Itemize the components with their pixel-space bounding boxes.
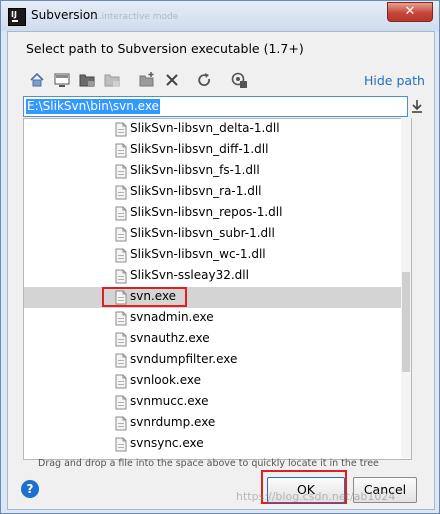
tree-row[interactable]: svnauthz.exe bbox=[24, 329, 411, 350]
delete-icon[interactable] bbox=[163, 71, 181, 89]
file-tree[interactable]: SlikSvn-libsvn_delta-1.dll SlikSvn-libsvn… bbox=[23, 118, 412, 460]
tree-row-label: SlikSvn-libsvn_delta-1.dll bbox=[130, 121, 280, 135]
tree-row-label: SlikSvn-libsvn_subr-1.dll bbox=[130, 226, 275, 240]
tree-row[interactable]: SlikSvn-libsvn_repos-1.dll bbox=[24, 203, 411, 224]
tree-row-label: SlikSvn-ssleay32.dll bbox=[130, 268, 249, 282]
tree-row-label: svnauthz.exe bbox=[130, 331, 210, 345]
tree-row-label: svnlook.exe bbox=[130, 373, 202, 387]
file-icon bbox=[115, 311, 127, 326]
tree-row[interactable]: SlikSvn-libsvn_subr-1.dll bbox=[24, 224, 411, 245]
tree-row-label: SlikSvn-libsvn_diff-1.dll bbox=[130, 142, 269, 156]
tree-row[interactable]: svnsync.exe bbox=[24, 434, 411, 455]
home-icon[interactable] bbox=[28, 71, 46, 89]
tree-row-label: SlikSvn-libsvn_repos-1.dll bbox=[130, 205, 283, 219]
tree-row-label: svnadmin.exe bbox=[130, 310, 214, 324]
window-title: Subversion bbox=[31, 8, 98, 22]
show-hidden-icon[interactable] bbox=[230, 71, 248, 89]
tree-row[interactable]: svndumpfilter.exe bbox=[24, 350, 411, 371]
file-icon bbox=[115, 164, 127, 179]
path-input-selected-text: E:\SlikSvn\bin\svn.exe bbox=[26, 99, 160, 114]
refresh-icon[interactable] bbox=[195, 71, 213, 89]
tree-row[interactable]: SlikSvn-libsvn_delta-1.dll bbox=[24, 119, 411, 140]
file-icon bbox=[115, 269, 127, 284]
intellij-app-icon bbox=[8, 8, 26, 26]
dialog-body: Select path to Subversion executable (1.… bbox=[7, 31, 435, 510]
tree-row[interactable]: SlikSvn-libsvn_wc-1.dll bbox=[24, 245, 411, 266]
file-chooser-toolbar: Hide path bbox=[8, 68, 434, 94]
file-icon bbox=[115, 185, 127, 200]
tree-row-label: SlikSvn-libsvn_fs-1.dll bbox=[130, 163, 260, 177]
title-bar[interactable]: Subversion ...interactive mode ✕ bbox=[1, 1, 439, 31]
file-icon bbox=[115, 122, 127, 137]
tree-row-label: svnrdump.exe bbox=[130, 415, 216, 429]
close-button[interactable]: ✕ bbox=[387, 2, 433, 22]
tree-row[interactable]: svnmucc.exe bbox=[24, 392, 411, 413]
watermark-text: https://blog.csdn.net/ab1024 bbox=[236, 490, 396, 503]
tree-row-label: svndumpfilter.exe bbox=[130, 352, 238, 366]
help-button[interactable]: ? bbox=[21, 480, 39, 498]
dialog-window: Subversion ...interactive mode ✕ Select … bbox=[0, 0, 440, 514]
tree-row[interactable]: SlikSvn-libsvn_fs-1.dll bbox=[24, 161, 411, 182]
file-icon bbox=[115, 332, 127, 347]
file-icon bbox=[115, 206, 127, 221]
tree-row[interactable]: svn.exe bbox=[24, 287, 411, 308]
annotation-highlight-svn-exe bbox=[102, 287, 187, 307]
file-icon bbox=[115, 395, 127, 410]
tree-row[interactable]: svnlook.exe bbox=[24, 371, 411, 392]
file-icon bbox=[115, 143, 127, 158]
path-input[interactable]: E:\SlikSvn\bin\svn.exe bbox=[23, 96, 408, 117]
module-folder-icon[interactable] bbox=[103, 71, 121, 89]
hide-path-link[interactable]: Hide path bbox=[364, 73, 425, 88]
background-window-text: ...interactive mode bbox=[93, 12, 179, 22]
file-icon bbox=[115, 416, 127, 431]
file-icon bbox=[115, 374, 127, 389]
vertical-scrollbar[interactable] bbox=[401, 118, 411, 458]
tree-row-label: SlikSvn-libsvn_ra-1.dll bbox=[130, 184, 262, 198]
download-arrow-icon[interactable] bbox=[410, 98, 424, 114]
tree-row[interactable]: SlikSvn-ssleay32.dll bbox=[24, 266, 411, 287]
tree-row[interactable]: svnadmin.exe bbox=[24, 308, 411, 329]
desktop-icon[interactable] bbox=[53, 71, 71, 89]
tree-row[interactable]: SlikSvn-libsvn_ra-1.dll bbox=[24, 182, 411, 203]
tree-row-label: svnsync.exe bbox=[130, 436, 204, 450]
file-icon bbox=[115, 353, 127, 368]
file-icon bbox=[115, 227, 127, 242]
drag-drop-hint: Drag and drop a file into the space abov… bbox=[38, 458, 379, 469]
tree-row[interactable]: svnrdump.exe bbox=[24, 413, 411, 434]
tree-row-label: SlikSvn-libsvn_wc-1.dll bbox=[130, 247, 266, 261]
dialog-header: Select path to Subversion executable (1.… bbox=[26, 41, 304, 56]
tree-row-label: svnmucc.exe bbox=[130, 394, 209, 408]
new-folder-icon[interactable] bbox=[138, 71, 156, 89]
tree-row[interactable]: SlikSvn-libsvn_diff-1.dll bbox=[24, 140, 411, 161]
file-icon bbox=[115, 248, 127, 263]
file-icon bbox=[115, 437, 127, 452]
project-folder-icon[interactable] bbox=[78, 71, 96, 89]
scrollbar-thumb[interactable] bbox=[402, 272, 410, 372]
